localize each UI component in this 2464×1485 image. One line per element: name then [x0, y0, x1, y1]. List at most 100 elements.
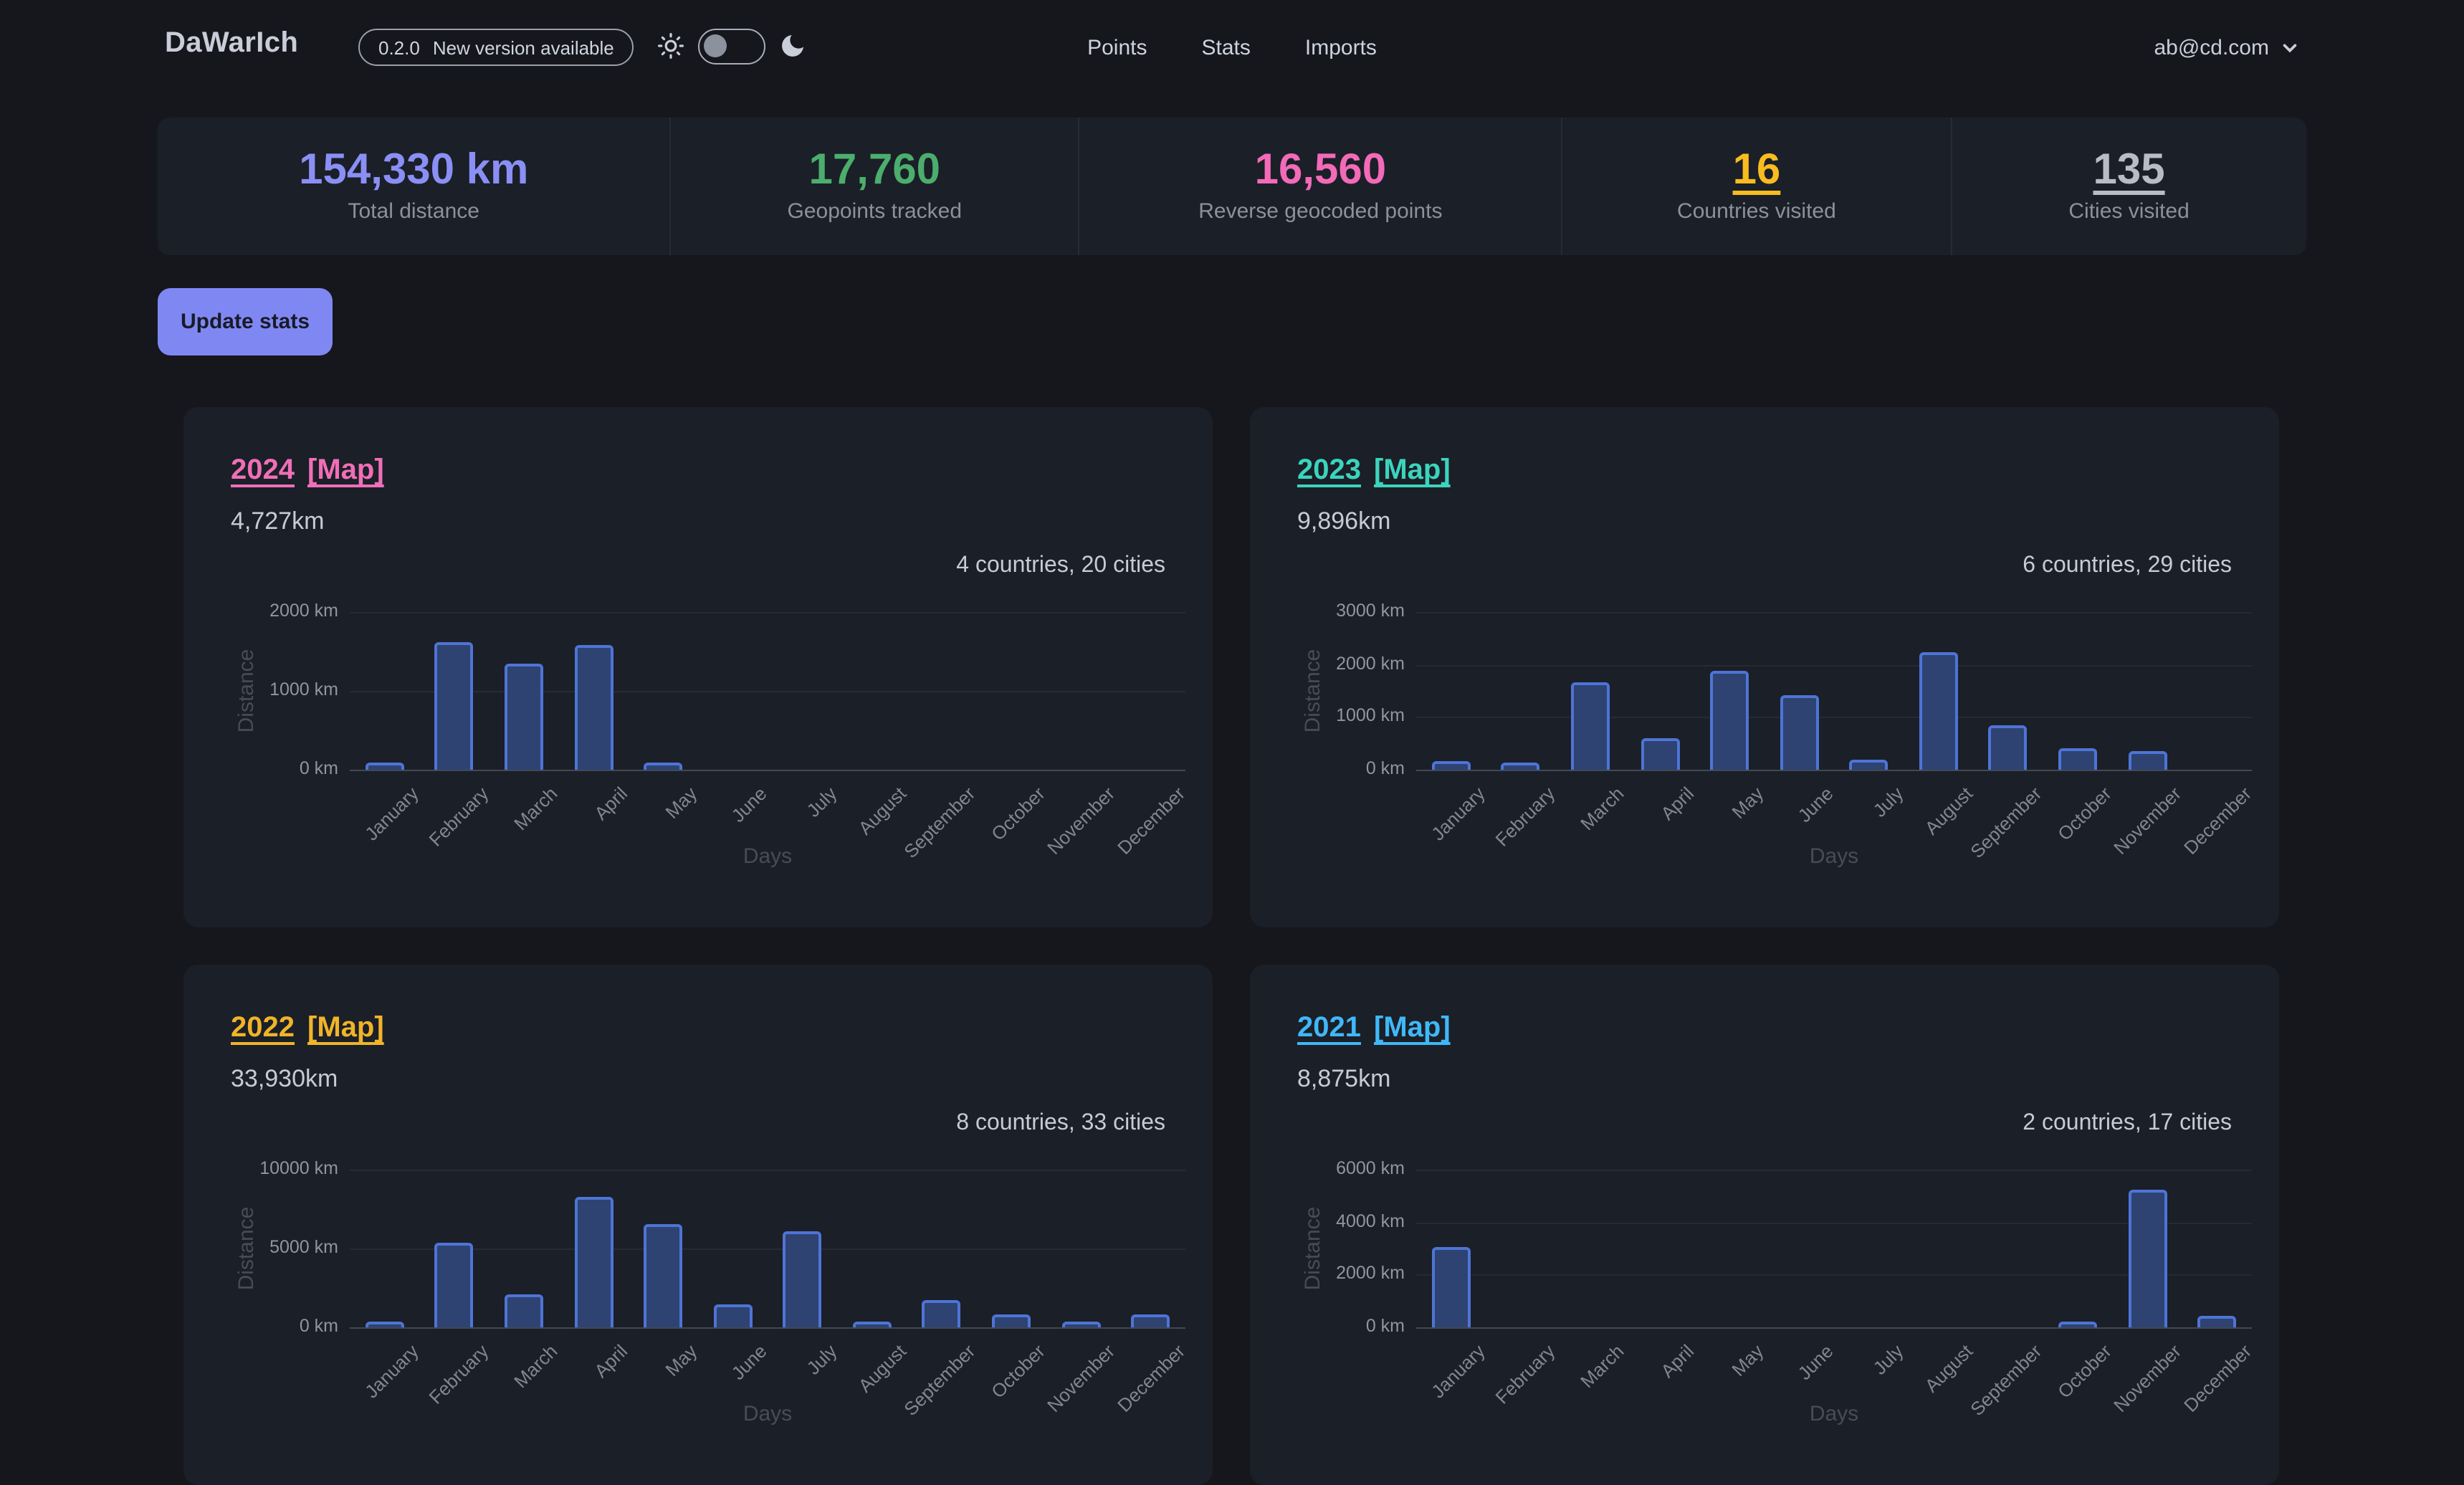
chart-bar-october [2058, 1322, 2097, 1327]
chart-bar-january [1432, 1247, 1471, 1327]
theme-toggle[interactable] [698, 28, 765, 64]
sun-icon [656, 32, 685, 60]
map-link-2024[interactable]: [Map] [307, 454, 384, 487]
chart-ytick: 1000 km [1250, 706, 1405, 726]
year-link-2022[interactable]: 2022 [231, 1012, 295, 1045]
chart-bar-march [505, 1294, 543, 1327]
theme-switcher [656, 24, 807, 67]
chart-ytick: 3000 km [1250, 601, 1405, 621]
chart-month-label: February [424, 1340, 492, 1408]
chart-bar-january [366, 1322, 404, 1327]
user-email: ab@cd.com [2154, 35, 2269, 59]
version-badge[interactable]: 0.2.0 New version available [358, 29, 634, 66]
map-link-2021[interactable]: [Map] [1374, 1012, 1451, 1045]
map-link-2023[interactable]: [Map] [1374, 454, 1451, 487]
chart-month-label: October [988, 1340, 1050, 1403]
year-summary: 4 countries, 20 cities [956, 553, 1165, 579]
chart-bar-september [1989, 725, 2028, 770]
chart-bars [350, 612, 1185, 770]
chart-month-label: April [1656, 783, 1698, 824]
chart-month-label: April [590, 783, 631, 824]
year-link-2021[interactable]: 2021 [1297, 1012, 1361, 1045]
chart-bar-april [574, 645, 613, 770]
stat-value: 17,760 [809, 149, 941, 192]
year-summary: 6 countries, 29 cities [2023, 553, 2232, 579]
moon-icon [778, 32, 807, 60]
map-link-2022[interactable]: [Map] [307, 1012, 384, 1045]
badge-text: New version available [433, 37, 614, 58]
dawarich-app: DaWarIch 0.2.0 New version available [0, 0, 2464, 1363]
chart-month-label: July [802, 1340, 841, 1379]
chart-bar-december [1131, 1314, 1170, 1327]
chart-month-label: April [590, 1340, 631, 1382]
chart-bar-may [644, 763, 682, 770]
year-distance: 4,727km [231, 507, 324, 536]
chart-x-axis-label: Days [1416, 1402, 2252, 1426]
stat-value[interactable]: 16 [1733, 149, 1781, 192]
year-distance: 8,875km [1297, 1065, 1390, 1094]
chart-baseline [350, 1327, 1185, 1329]
year-card: 2021 [Map] 8,875km 2 countries, 17 citie… [1250, 965, 2279, 1485]
chart-ytick: 4000 km [1250, 1211, 1405, 1231]
year-link-2024[interactable]: 2024 [231, 454, 295, 487]
stat-label: Total distance [348, 199, 479, 224]
chart-bars [1416, 1170, 2252, 1327]
chart-ytick: 0 km [1250, 1316, 1405, 1336]
chart-month-label: August [854, 783, 909, 839]
nav-link-imports[interactable]: Imports [1305, 35, 1377, 59]
chart-month-label: May [662, 1340, 702, 1380]
year-distance: 9,896km [1297, 507, 1390, 536]
chart-bars [1416, 612, 2252, 770]
nav-link-points[interactable]: Points [1087, 35, 1147, 59]
app-logo[interactable]: DaWarIch [165, 27, 298, 60]
chart-bar-january [1432, 761, 1471, 770]
chevron-down-icon [2281, 38, 2299, 57]
chart-month-label: June [1794, 1340, 1838, 1384]
chart-ytick: 0 km [183, 1316, 338, 1336]
update-stats-button[interactable]: Update stats [158, 288, 333, 355]
badge-version: 0.2.0 [378, 37, 420, 58]
year-card-header: 2024 [Map] [231, 454, 384, 487]
chart-bar-november [1061, 1322, 1100, 1327]
chart-month-label: January [360, 783, 423, 845]
chart-month-label: August [1920, 783, 1976, 839]
chart-x-axis: JanuaryFebruaryMarchAprilMayJuneJulyAugu… [1416, 783, 2252, 897]
app-header: DaWarIch 0.2.0 New version available [0, 0, 2464, 95]
chart-month-label: October [988, 783, 1050, 845]
chart-x-axis-label: Days [350, 1402, 1185, 1426]
chart-month-label: August [854, 1340, 909, 1396]
chart-month-label: June [1794, 783, 1838, 826]
stat-value[interactable]: 135 [2093, 149, 2165, 192]
stat-cell: 16 Countries visited [1563, 118, 1952, 255]
chart-baseline [1416, 1327, 2252, 1329]
stat-cell: 16,560 Reverse geocoded points [1079, 118, 1563, 255]
year-card-header: 2023 [Map] [1297, 454, 1451, 487]
chart-baseline [350, 770, 1185, 771]
chart-bar-november [2128, 751, 2167, 770]
chart-baseline [1416, 770, 2252, 771]
year-card: 2022 [Map] 33,930km 8 countries, 33 citi… [183, 965, 1213, 1485]
nav-link-stats[interactable]: Stats [1202, 35, 1251, 59]
chart-month-label: October [2054, 783, 2116, 845]
stat-label: Reverse geocoded points [1198, 199, 1442, 224]
year-cards-grid: 2024 [Map] 4,727km 4 countries, 20 citie… [183, 407, 2279, 1485]
chart-bar-october [2058, 748, 2097, 770]
chart-bar-may [644, 1224, 682, 1327]
year-link-2023[interactable]: 2023 [1297, 454, 1361, 487]
chart-month-label: August [1920, 1340, 1976, 1396]
chart-month-label: April [1656, 1340, 1698, 1382]
chart-x-axis-label: Days [350, 844, 1185, 869]
stat-label: Cities visited [2068, 199, 2189, 224]
chart-bar-july [783, 1231, 822, 1327]
chart-month-label: January [1427, 1340, 1489, 1403]
user-menu[interactable]: ab@cd.com [2154, 0, 2299, 95]
chart-bar-march [1571, 682, 1610, 770]
year-summary: 2 countries, 17 cities [2023, 1111, 2232, 1137]
chart-month-label: July [802, 783, 841, 821]
chart-bar-september [922, 1300, 961, 1327]
chart-ytick: 2000 km [1250, 1264, 1405, 1284]
main-nav: Points Stats Imports [1087, 0, 1377, 95]
chart-x-axis: JanuaryFebruaryMarchAprilMayJuneJulyAugu… [350, 783, 1185, 897]
chart-month-label: January [1427, 783, 1489, 845]
chart-bar-december [2197, 1316, 2236, 1327]
